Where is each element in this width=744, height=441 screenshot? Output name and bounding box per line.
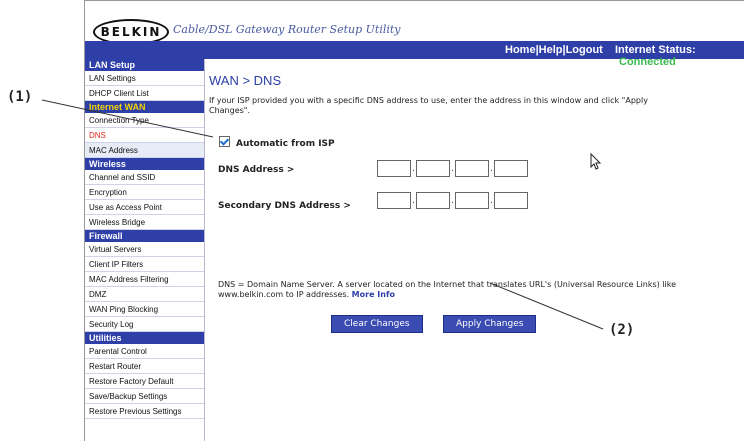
callout-line-2 [489, 282, 604, 330]
callout-2: (2) [609, 322, 635, 338]
callout-line-1 [41, 99, 214, 138]
mouse-pointer-icon [590, 152, 602, 175]
callout-1: (1) [7, 89, 33, 105]
callout-lines [41, 99, 604, 330]
